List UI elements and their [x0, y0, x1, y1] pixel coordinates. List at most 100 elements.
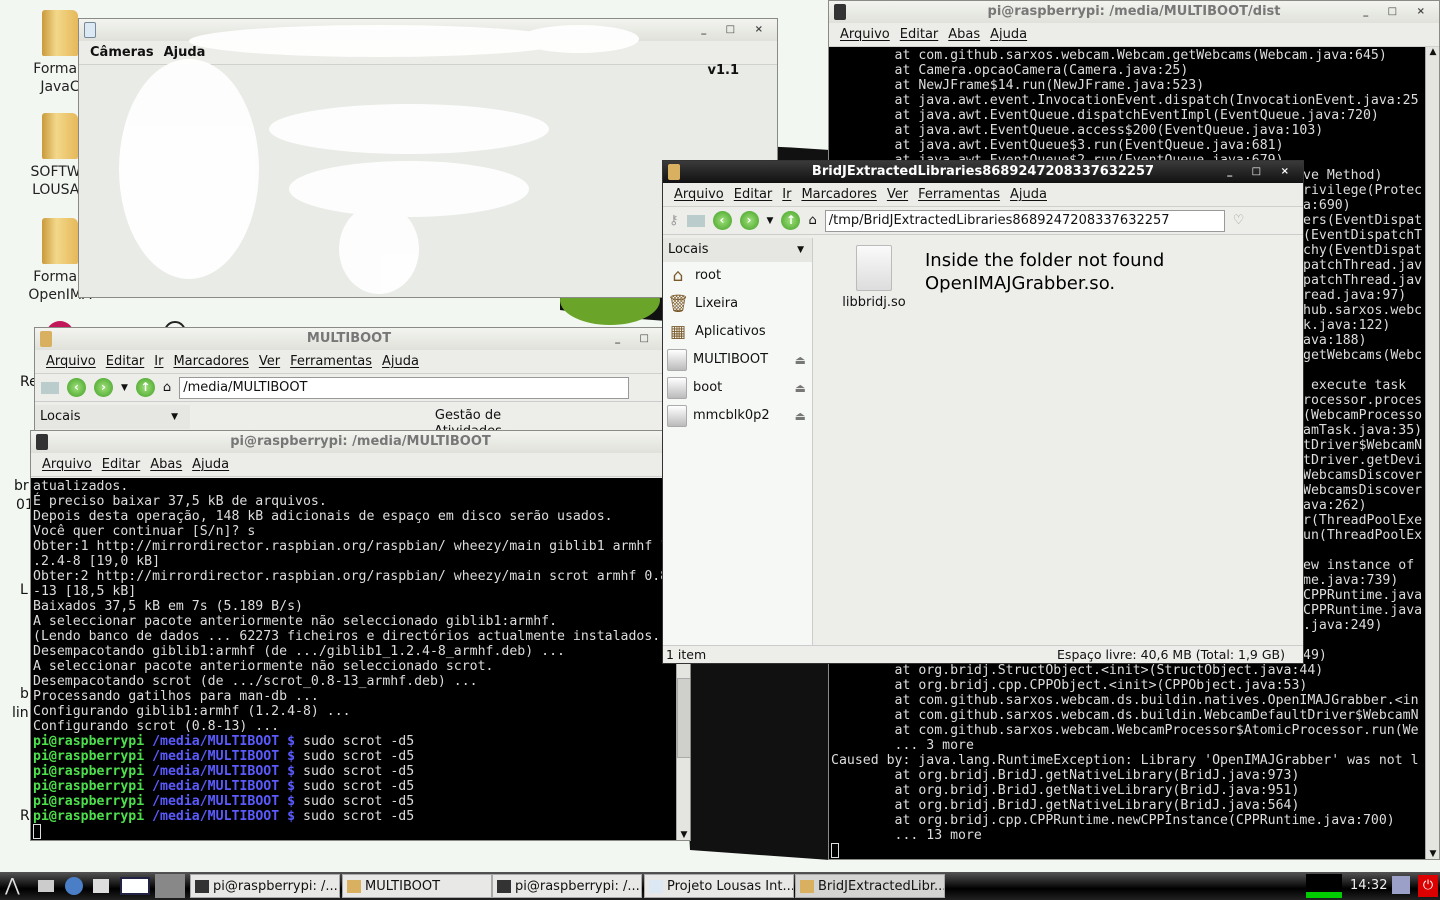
terminal-line-fragment: ve Method) — [1303, 168, 1383, 183]
minimize-all-icon[interactable] — [93, 879, 109, 893]
sidebar-item-lixeira[interactable]: 🗑 Lixeira — [663, 290, 812, 318]
terminal-line-fragment: k.java:122) — [1303, 318, 1391, 333]
folder-icon — [800, 880, 814, 893]
menu-abas[interactable]: Abas — [150, 457, 182, 472]
menu-editar[interactable]: Editar — [734, 187, 773, 202]
title-bar[interactable]: MULTIBOOT _ □ — [35, 328, 663, 350]
new-tab-icon[interactable] — [41, 381, 59, 394]
home-icon: ⌂ — [672, 266, 684, 286]
power-icon[interactable]: ⏻ — [1418, 875, 1438, 897]
menu-arquivo[interactable]: Arquivo — [840, 27, 890, 42]
taskbar-task[interactable]: MULTIBOOT — [342, 874, 492, 898]
terminal-line: Obter:1 http://mirrordirector.raspbian.o… — [33, 539, 669, 554]
places-header[interactable]: Locais ▼ — [35, 405, 190, 429]
menu-ferramentas[interactable]: Ferramentas — [290, 354, 372, 369]
sidebar-item-multiboot[interactable]: MULTIBOOT ⏏ — [663, 346, 812, 374]
menu-arquivo[interactable]: Arquivo — [46, 354, 96, 369]
taskbar-task[interactable]: BridJExtractedLibr... — [795, 874, 945, 898]
clock[interactable]: 14:32 — [1350, 878, 1387, 893]
file-manager-multiboot: MULTIBOOT _ □ Arquivo Editar Ir Marcadores Ve… — [34, 327, 664, 437]
home-icon[interactable]: ⌂ — [163, 380, 171, 395]
window-controls[interactable]: _ □ — [615, 328, 657, 350]
window-controls[interactable]: _ □ × — [1227, 161, 1297, 183]
prompt-line: pi@raspberrypi /media/MULTIBOOT $ sudo s… — [33, 764, 674, 779]
menu-ver[interactable]: Ver — [887, 187, 908, 202]
menu-editar[interactable]: Editar — [102, 457, 141, 472]
title-bar[interactable]: BridJExtractedLibraries86892472083376322… — [663, 161, 1303, 183]
prompt-sign: $ — [287, 749, 296, 764]
prompt-path: /media/MULTIBOOT — [152, 779, 280, 794]
menu-abas[interactable]: Abas — [948, 27, 980, 42]
terminal-line-fragment: patchThread.jav — [1303, 258, 1423, 273]
sidebar-item-mmcblk0p2[interactable]: mmcblk0p2 ⏏ — [663, 402, 812, 430]
terminal-line: at org.bridj.StructObject.<init>(StructO… — [831, 663, 1324, 678]
back-button[interactable]: ‹ — [67, 378, 86, 397]
terminal-line-fragment: rocessor.proces — [1303, 393, 1423, 408]
menu-editar[interactable]: Editar — [900, 27, 939, 42]
history-dropdown-icon[interactable]: ▼ — [767, 216, 774, 226]
terminal-line: at Camera.opcaoCamera(Camera.java:25) — [831, 63, 1189, 78]
places-header[interactable]: Locais ▼ — [663, 238, 812, 262]
terminal-output[interactable]: atualizados. É preciso baixar 37,5 kB de … — [31, 478, 676, 840]
terminal-line-fragment: CPPRuntime.java — [1303, 588, 1423, 603]
menu-editar[interactable]: Editar — [106, 354, 145, 369]
history-dropdown-icon[interactable]: ▼ — [121, 383, 128, 393]
status-free-space: Espaço livre: 40,6 MB (Total: 1,9 GB) — [1057, 647, 1285, 662]
file-manager-launcher-icon[interactable] — [38, 880, 54, 892]
key-icon[interactable]: ⚷ — [669, 213, 679, 228]
window-title: BridJExtractedLibraries86892472083376322… — [811, 164, 1155, 179]
terminal-line: at com.github.sarxos.webcam.WebcamProces… — [831, 723, 1419, 738]
up-button[interactable]: ↑ — [781, 211, 801, 230]
menu-ajuda[interactable]: Ajuda — [192, 457, 229, 472]
eject-icon[interactable]: ⏏ — [795, 374, 806, 402]
menu-ver[interactable]: Ver — [259, 354, 280, 369]
menu-ajuda[interactable]: Ajuda — [990, 27, 1027, 42]
menu-ir[interactable]: Ir — [154, 354, 163, 369]
home-icon[interactable]: ⌂ — [808, 213, 816, 228]
taskbar-task[interactable]: Projeto Lousas Int... — [644, 874, 794, 898]
lock-screen-icon[interactable] — [1392, 876, 1410, 894]
window-controls[interactable]: _ □ × — [1363, 1, 1433, 23]
terminal-line-fragment: hub.sarxos.webc — [1303, 303, 1423, 318]
address-bar[interactable]: /tmp/BridJExtractedLibraries868924720833… — [824, 209, 1225, 232]
forward-button[interactable]: › — [739, 211, 759, 230]
folder-icon — [668, 164, 680, 180]
new-tab-icon[interactable] — [686, 214, 705, 227]
desktop-pager-icon[interactable] — [120, 877, 150, 895]
terminal-line-fragment: amTask.java:35) — [1303, 423, 1423, 438]
sidebar-item-aplicativos[interactable]: ▦ Aplicativos — [663, 318, 812, 346]
terminal-line-fragment: me.java:739) — [1303, 573, 1399, 588]
eject-icon[interactable]: ⏏ — [795, 346, 806, 374]
eject-icon[interactable]: ⏏ — [795, 402, 806, 430]
terminal-line-fragment: tDriver.getDevi — [1303, 453, 1423, 468]
bookmark-icon[interactable]: ♡ — [1233, 213, 1245, 228]
menu-arquivo[interactable]: Arquivo — [42, 457, 92, 472]
sidebar-item-root[interactable]: ⌂ root — [663, 262, 812, 290]
sidebar-item-boot[interactable]: boot ⏏ — [663, 374, 812, 402]
back-button[interactable]: ‹ — [712, 211, 732, 230]
menu-marcadores[interactable]: Marcadores — [173, 354, 248, 369]
menu-ajuda[interactable]: Ajuda — [1010, 187, 1047, 202]
terminal-line-fragment: ew instance of — [1303, 558, 1415, 573]
scrollbar[interactable]: ▲ ▼ — [1425, 47, 1439, 859]
menu-marcadores[interactable]: Marcadores — [801, 187, 876, 202]
forward-button[interactable]: › — [94, 378, 113, 397]
menu-ajuda[interactable]: Ajuda — [382, 354, 419, 369]
menu-ferramentas[interactable]: Ferramentas — [918, 187, 1000, 202]
title-bar[interactable]: pi@raspberrypi: /media/MULTIBOOT/dist _ □… — [829, 1, 1439, 23]
taskbar-task[interactable]: pi@raspberrypi: /... — [492, 874, 642, 898]
title-bar[interactable]: pi@raspberrypi: /media/MULTIBOOT_ — [31, 431, 690, 453]
menu-bar: Arquivo Editar Ir Marcadores Ver Ferramentas A… — [663, 183, 1303, 207]
terminal-line-fragment — [1303, 363, 1423, 378]
taskbar-task[interactable]: pi@raspberrypi: /... — [190, 874, 340, 898]
address-bar[interactable]: /media/MULTIBOOT — [179, 376, 630, 399]
browser-launcher-icon[interactable] — [65, 877, 83, 895]
menu-ir[interactable]: Ir — [782, 187, 791, 202]
file-libbridj[interactable]: libbridj.so — [839, 245, 909, 310]
menu-launcher-icon[interactable]: ⋀ — [5, 875, 20, 896]
terminal-line-fragment: tDriver$WebcamN — [1303, 438, 1423, 453]
menu-arquivo[interactable]: Arquivo — [674, 187, 724, 202]
up-button[interactable]: ↑ — [135, 378, 155, 397]
terminal-line: Processando gatilhos para man-db ... — [33, 689, 319, 704]
terminal-line: (Lendo banco de dados ... 62273 ficheiro… — [33, 629, 669, 644]
